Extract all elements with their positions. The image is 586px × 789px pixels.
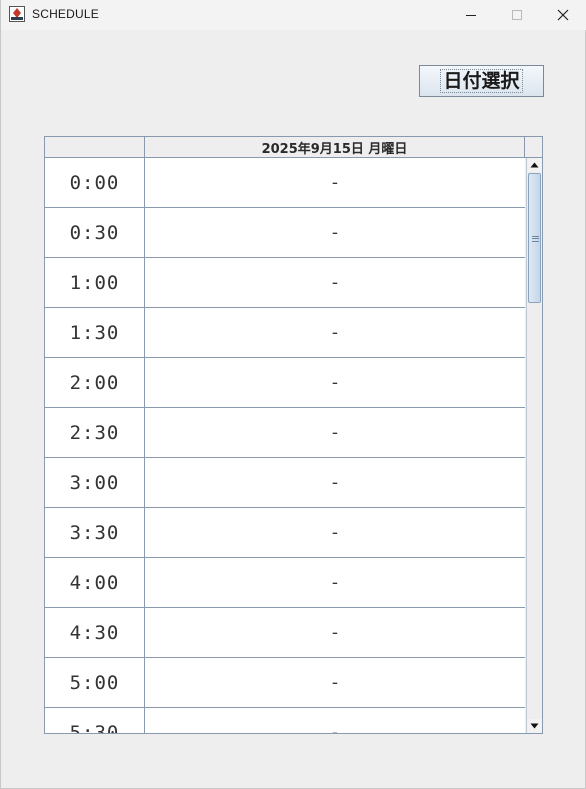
- event-cell[interactable]: -: [145, 158, 525, 207]
- time-cell: 5:30: [45, 708, 145, 733]
- table-row[interactable]: 5:00 -: [45, 658, 525, 708]
- event-cell[interactable]: -: [145, 658, 525, 707]
- date-select-label: 日付選択: [440, 69, 523, 93]
- event-cell[interactable]: -: [145, 708, 525, 734]
- table-row[interactable]: 3:00 -: [45, 458, 525, 508]
- event-cell[interactable]: -: [145, 258, 525, 307]
- title-bar[interactable]: SCHEDULE: [1, 0, 586, 30]
- minimize-button[interactable]: [448, 0, 494, 30]
- maximize-icon: [512, 10, 522, 20]
- table-row[interactable]: 0:00 -: [45, 158, 525, 208]
- arrow-down-icon: [530, 723, 539, 729]
- time-cell: 4:00: [45, 558, 145, 607]
- event-cell[interactable]: -: [145, 558, 525, 607]
- time-cell: 3:00: [45, 458, 145, 507]
- table-row[interactable]: 4:30 -: [45, 608, 525, 658]
- table-row[interactable]: 5:30 -: [45, 708, 525, 733]
- time-cell: 5:00: [45, 658, 145, 707]
- event-cell[interactable]: -: [145, 408, 525, 457]
- table-row[interactable]: 0:30 -: [45, 208, 525, 258]
- table-row[interactable]: 1:00 -: [45, 258, 525, 308]
- time-cell: 2:30: [45, 408, 145, 457]
- time-cell: 0:00: [45, 158, 145, 207]
- header-date-column[interactable]: 2025年9月15日 月曜日: [145, 137, 525, 157]
- time-cell: 1:00: [45, 258, 145, 307]
- time-cell: 4:30: [45, 608, 145, 657]
- event-cell[interactable]: -: [145, 208, 525, 257]
- window-title: SCHEDULE: [32, 7, 99, 21]
- event-cell[interactable]: -: [145, 508, 525, 557]
- time-cell: 2:00: [45, 358, 145, 407]
- table-row[interactable]: 1:30 -: [45, 308, 525, 358]
- close-button[interactable]: [540, 0, 586, 30]
- table-body[interactable]: 0:00 - 0:30 - 1:00 - 1:30 - 2:00 - 2:30 …: [45, 158, 525, 733]
- scroll-down-button[interactable]: [527, 719, 542, 733]
- app-icon: [9, 6, 25, 22]
- table-row[interactable]: 2:30 -: [45, 408, 525, 458]
- table-row[interactable]: 2:00 -: [45, 358, 525, 408]
- close-icon: [557, 9, 569, 21]
- table-header: 2025年9月15日 月曜日: [45, 137, 542, 158]
- table-row[interactable]: 4:00 -: [45, 558, 525, 608]
- vertical-scrollbar[interactable]: [526, 158, 542, 733]
- table-row[interactable]: 3:30 -: [45, 508, 525, 558]
- schedule-table: 2025年9月15日 月曜日 0:00 - 0:30 - 1:00 - 1:30…: [44, 136, 543, 734]
- time-cell: 3:30: [45, 508, 145, 557]
- header-time-column[interactable]: [45, 137, 145, 157]
- scrollbar-thumb[interactable]: [528, 173, 541, 303]
- time-cell: 0:30: [45, 208, 145, 257]
- minimize-icon: [466, 15, 476, 16]
- event-cell[interactable]: -: [145, 458, 525, 507]
- maximize-button[interactable]: [494, 0, 540, 30]
- time-cell: 1:30: [45, 308, 145, 357]
- header-corner: [525, 137, 542, 157]
- event-cell[interactable]: -: [145, 358, 525, 407]
- event-cell[interactable]: -: [145, 608, 525, 657]
- scroll-up-button[interactable]: [527, 158, 542, 172]
- arrow-up-icon: [530, 162, 539, 168]
- event-cell[interactable]: -: [145, 308, 525, 357]
- date-select-button[interactable]: 日付選択: [419, 65, 544, 97]
- grip-icon: [532, 236, 539, 242]
- schedule-window: SCHEDULE 日付選択 2025年9月15日 月曜日 0:00 - 0:30…: [0, 0, 586, 789]
